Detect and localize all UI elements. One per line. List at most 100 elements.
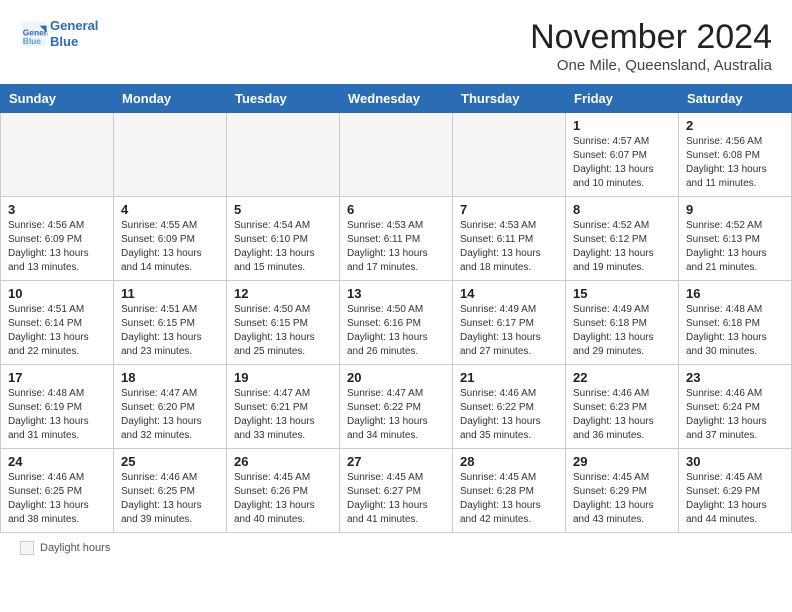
calendar-cell <box>227 113 340 197</box>
calendar-cell: 18 Sunrise: 4:47 AM Sunset: 6:20 PM Dayli… <box>114 365 227 449</box>
calendar-cell: 22Sunrise: 4:46 AM Sunset: 6:23 PM Dayli… <box>566 365 679 449</box>
day-info: Sunrise: 4:46 AM Sunset: 6:22 PM Dayligh… <box>460 387 558 443</box>
day-info: Sunrise: 4:47 AM Sunset: 6:20 PM Dayligh… <box>121 387 219 443</box>
day-header-wednesday: Wednesday <box>340 85 453 113</box>
day-header-friday: Friday <box>566 85 679 113</box>
calendar-header-row: SundayMondayTuesdayWednesdayThursdayFrid… <box>1 85 792 113</box>
day-number: 29 <box>573 454 671 469</box>
day-number: 6 <box>347 202 445 217</box>
day-header-thursday: Thursday <box>453 85 566 113</box>
legend-box <box>20 541 34 555</box>
day-info: Sunrise: 4:52 AM Sunset: 6:12 PM Dayligh… <box>573 219 671 275</box>
day-header-monday: Monday <box>114 85 227 113</box>
day-info: Sunrise: 4:53 AM Sunset: 6:11 PM Dayligh… <box>347 219 445 275</box>
calendar-cell: 21 Sunrise: 4:46 AM Sunset: 6:22 PM Dayli… <box>453 365 566 449</box>
day-number: 20 <box>347 370 445 385</box>
legend: Daylight hours <box>0 533 792 563</box>
calendar-cell <box>453 113 566 197</box>
day-info: Sunrise: 4:47 AM Sunset: 6:21 PM Dayligh… <box>234 387 332 443</box>
day-number: 15 <box>573 286 671 301</box>
calendar-cell <box>114 113 227 197</box>
day-number: 21 <box>460 370 558 385</box>
day-number: 14 <box>460 286 558 301</box>
calendar-week-4: 24 Sunrise: 4:46 AM Sunset: 6:25 PM Dayli… <box>1 449 792 533</box>
day-number: 25 <box>121 454 219 469</box>
page-header: General Blue General Blue November 2024 … <box>0 0 792 84</box>
calendar-week-3: 17 Sunrise: 4:48 AM Sunset: 6:19 PM Dayli… <box>1 365 792 449</box>
day-number: 19 <box>234 370 332 385</box>
day-number: 9 <box>686 202 784 217</box>
calendar-cell: 15Sunrise: 4:49 AM Sunset: 6:18 PM Dayli… <box>566 281 679 365</box>
calendar-cell: 29 Sunrise: 4:45 AM Sunset: 6:29 PM Dayli… <box>566 449 679 533</box>
day-info: Sunrise: 4:55 AM Sunset: 6:09 PM Dayligh… <box>121 219 219 275</box>
svg-text:Blue: Blue <box>23 35 41 45</box>
day-info: Sunrise: 4:45 AM Sunset: 6:26 PM Dayligh… <box>234 471 332 527</box>
day-number: 1 <box>573 118 671 133</box>
calendar-cell: 20 Sunrise: 4:47 AM Sunset: 6:22 PM Dayli… <box>340 365 453 449</box>
day-number: 11 <box>121 286 219 301</box>
calendar-cell: 28 Sunrise: 4:45 AM Sunset: 6:28 PM Dayli… <box>453 449 566 533</box>
calendar-cell: 19 Sunrise: 4:47 AM Sunset: 6:21 PM Dayli… <box>227 365 340 449</box>
calendar-cell: 12 Sunrise: 4:50 AM Sunset: 6:15 PM Dayli… <box>227 281 340 365</box>
day-number: 12 <box>234 286 332 301</box>
logo-icon: General Blue <box>20 20 48 48</box>
day-info: Sunrise: 4:52 AM Sunset: 6:13 PM Dayligh… <box>686 219 784 275</box>
day-number: 4 <box>121 202 219 217</box>
calendar-cell: 7Sunrise: 4:53 AM Sunset: 6:11 PM Daylig… <box>453 197 566 281</box>
day-number: 5 <box>234 202 332 217</box>
day-info: Sunrise: 4:51 AM Sunset: 6:14 PM Dayligh… <box>8 303 106 359</box>
calendar-cell: 17 Sunrise: 4:48 AM Sunset: 6:19 PM Dayli… <box>1 365 114 449</box>
calendar-cell: 3Sunrise: 4:56 AM Sunset: 6:09 PM Daylig… <box>1 197 114 281</box>
day-info: Sunrise: 4:54 AM Sunset: 6:10 PM Dayligh… <box>234 219 332 275</box>
day-number: 26 <box>234 454 332 469</box>
calendar-cell: 1 Sunrise: 4:57 AM Sunset: 6:07 PM Daylig… <box>566 113 679 197</box>
calendar-cell: 27Sunrise: 4:45 AM Sunset: 6:27 PM Dayli… <box>340 449 453 533</box>
calendar-cell: 2 Sunrise: 4:56 AM Sunset: 6:08 PM Daylig… <box>679 113 792 197</box>
day-number: 23 <box>686 370 784 385</box>
day-info: Sunrise: 4:57 AM Sunset: 6:07 PM Dayligh… <box>573 135 671 191</box>
calendar-cell: 9 Sunrise: 4:52 AM Sunset: 6:13 PM Daylig… <box>679 197 792 281</box>
day-info: Sunrise: 4:46 AM Sunset: 6:24 PM Dayligh… <box>686 387 784 443</box>
day-info: Sunrise: 4:46 AM Sunset: 6:25 PM Dayligh… <box>8 471 106 527</box>
day-number: 18 <box>121 370 219 385</box>
calendar-cell: 23 Sunrise: 4:46 AM Sunset: 6:24 PM Dayli… <box>679 365 792 449</box>
day-header-tuesday: Tuesday <box>227 85 340 113</box>
day-info: Sunrise: 4:51 AM Sunset: 6:15 PM Dayligh… <box>121 303 219 359</box>
day-number: 16 <box>686 286 784 301</box>
calendar-cell: 10 Sunrise: 4:51 AM Sunset: 6:14 PM Dayli… <box>1 281 114 365</box>
day-number: 17 <box>8 370 106 385</box>
calendar-week-2: 10 Sunrise: 4:51 AM Sunset: 6:14 PM Dayli… <box>1 281 792 365</box>
title-block: November 2024 One Mile, Queensland, Aust… <box>530 18 772 74</box>
day-number: 7 <box>460 202 558 217</box>
day-header-sunday: Sunday <box>1 85 114 113</box>
day-info: Sunrise: 4:49 AM Sunset: 6:17 PM Dayligh… <box>460 303 558 359</box>
day-number: 28 <box>460 454 558 469</box>
calendar-cell: 30Sunrise: 4:45 AM Sunset: 6:29 PM Dayli… <box>679 449 792 533</box>
calendar: SundayMondayTuesdayWednesdayThursdayFrid… <box>0 84 792 533</box>
day-info: Sunrise: 4:47 AM Sunset: 6:22 PM Dayligh… <box>347 387 445 443</box>
calendar-cell: 14 Sunrise: 4:49 AM Sunset: 6:17 PM Dayli… <box>453 281 566 365</box>
day-info: Sunrise: 4:48 AM Sunset: 6:19 PM Dayligh… <box>8 387 106 443</box>
calendar-cell: 5 Sunrise: 4:54 AM Sunset: 6:10 PM Daylig… <box>227 197 340 281</box>
day-number: 3 <box>8 202 106 217</box>
day-info: Sunrise: 4:46 AM Sunset: 6:25 PM Dayligh… <box>121 471 219 527</box>
day-number: 10 <box>8 286 106 301</box>
calendar-cell: 25 Sunrise: 4:46 AM Sunset: 6:25 PM Dayli… <box>114 449 227 533</box>
calendar-cell: 26 Sunrise: 4:45 AM Sunset: 6:26 PM Dayli… <box>227 449 340 533</box>
day-info: Sunrise: 4:56 AM Sunset: 6:08 PM Dayligh… <box>686 135 784 191</box>
calendar-cell: 13Sunrise: 4:50 AM Sunset: 6:16 PM Dayli… <box>340 281 453 365</box>
day-info: Sunrise: 4:45 AM Sunset: 6:29 PM Dayligh… <box>573 471 671 527</box>
day-info: Sunrise: 4:48 AM Sunset: 6:18 PM Dayligh… <box>686 303 784 359</box>
calendar-cell: 16 Sunrise: 4:48 AM Sunset: 6:18 PM Dayli… <box>679 281 792 365</box>
calendar-cell: 24 Sunrise: 4:46 AM Sunset: 6:25 PM Dayli… <box>1 449 114 533</box>
logo: General Blue General Blue <box>20 18 98 49</box>
day-info: Sunrise: 4:45 AM Sunset: 6:28 PM Dayligh… <box>460 471 558 527</box>
calendar-cell: 4 Sunrise: 4:55 AM Sunset: 6:09 PM Daylig… <box>114 197 227 281</box>
location: One Mile, Queensland, Australia <box>530 57 772 74</box>
day-number: 2 <box>686 118 784 133</box>
day-info: Sunrise: 4:50 AM Sunset: 6:15 PM Dayligh… <box>234 303 332 359</box>
day-number: 8 <box>573 202 671 217</box>
day-info: Sunrise: 4:45 AM Sunset: 6:27 PM Dayligh… <box>347 471 445 527</box>
day-number: 24 <box>8 454 106 469</box>
day-number: 30 <box>686 454 784 469</box>
